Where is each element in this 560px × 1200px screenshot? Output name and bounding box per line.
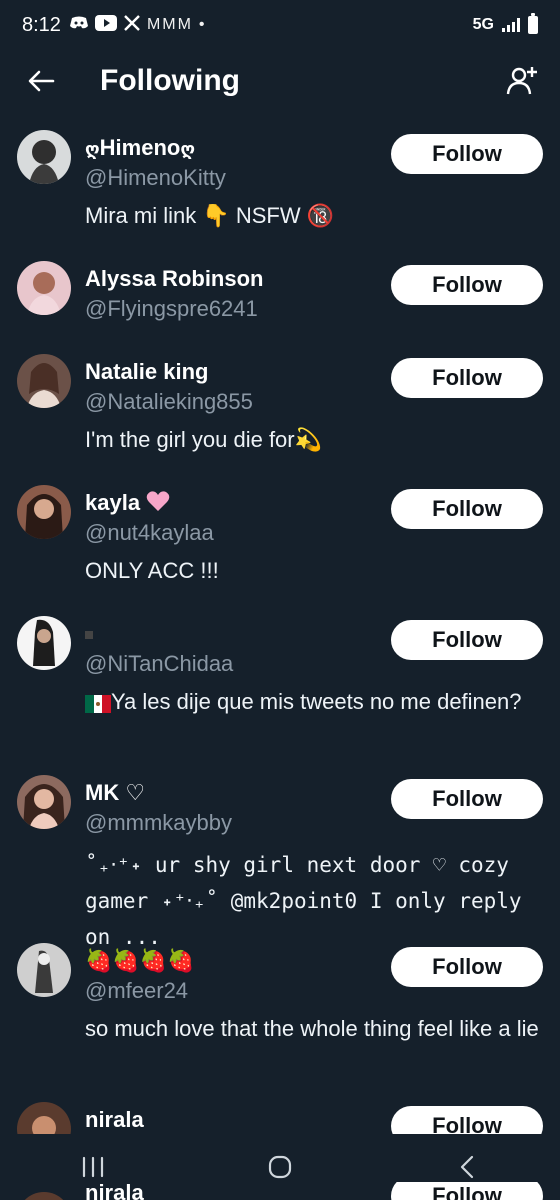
avatar[interactable] xyxy=(17,616,71,670)
follow-button[interactable]: Follow xyxy=(391,134,543,174)
small-square-icon xyxy=(85,631,93,640)
youtube-icon xyxy=(94,14,117,36)
mexico-flag-icon xyxy=(85,690,111,722)
handle: @mmmkaybby xyxy=(85,810,233,835)
pink-heart-icon xyxy=(146,490,170,519)
back-arrow-icon xyxy=(28,70,55,92)
following-list: ღHimenoღ @HimenoKitty Mira mi link 👇 NSF… xyxy=(0,118,560,1134)
ribbon-right-icon: ღ xyxy=(180,139,196,159)
bio: Mira mi link 👇 NSFW 🔞 xyxy=(85,203,335,228)
display-name: Natalie king xyxy=(85,359,209,384)
handle: @HimenoKitty xyxy=(85,165,226,190)
peek-list-item: nirala Follow xyxy=(0,1182,560,1200)
peek-avatar xyxy=(17,1192,71,1200)
add-user-button[interactable] xyxy=(504,63,540,99)
avatar[interactable] xyxy=(17,943,71,997)
follow-button[interactable]: Follow xyxy=(391,265,543,305)
handle: @Natalieking855 xyxy=(85,389,253,414)
status-left: 8:12 MMM • xyxy=(22,14,205,37)
avatar[interactable] xyxy=(17,485,71,539)
network-label: 5G xyxy=(472,16,494,33)
list-item[interactable]: nirala Follow xyxy=(0,1090,560,1134)
page-title: Following xyxy=(100,64,240,97)
avatar[interactable] xyxy=(17,261,71,315)
display-name: MK ♡ xyxy=(85,780,146,805)
avatar[interactable] xyxy=(17,130,71,184)
gmail-icons: MMM xyxy=(146,16,193,33)
list-item[interactable]: 🍓🍓🍓🍓 @mfeer24 so much love that the whol… xyxy=(0,931,560,1041)
follow-button[interactable]: Follow xyxy=(391,947,543,987)
x-logo-icon xyxy=(123,14,141,37)
handle: @nut4kaylaa xyxy=(85,520,214,545)
follow-button[interactable]: Follow xyxy=(391,489,543,529)
handle: @Flyingspre6241 xyxy=(85,296,258,321)
list-item[interactable]: Natalie king @Natalieking855 I'm the gir… xyxy=(0,342,560,452)
display-name: Alyssa Robinson xyxy=(85,266,264,291)
discord-icon xyxy=(69,16,89,35)
avatar[interactable] xyxy=(17,354,71,408)
display-name: nirala xyxy=(85,1107,144,1132)
peek-name: nirala xyxy=(85,1182,144,1200)
display-name: ღHimenoღ xyxy=(85,135,196,160)
follow-button[interactable]: Follow xyxy=(391,358,543,398)
follow-button[interactable]: Follow xyxy=(391,620,543,660)
avatar[interactable] xyxy=(17,775,71,829)
header: Following xyxy=(0,52,560,110)
list-item[interactable]: kayla @nut4kaylaa ONLY ACC !!! Follow xyxy=(0,473,560,583)
ribbon-left-icon: ღ xyxy=(85,139,100,159)
battery-icon xyxy=(528,13,538,34)
peek-follow-button: Follow xyxy=(391,1182,543,1200)
add-user-icon xyxy=(506,67,537,95)
follow-button[interactable]: Follow xyxy=(391,779,543,819)
status-dot: • xyxy=(198,16,205,33)
status-time: 8:12 xyxy=(22,13,61,36)
status-notification-icons: MMM • xyxy=(69,14,205,37)
handle: @NiTanChidaa xyxy=(85,651,234,676)
display-name: kayla xyxy=(85,489,170,519)
bio: ONLY ACC !!! xyxy=(85,558,219,583)
bio: I'm the girl you die for💫 xyxy=(85,427,323,452)
status-right: 5G xyxy=(472,13,538,34)
list-item[interactable]: @NiTanChidaa Ya les dije que mis tweets … xyxy=(0,604,560,714)
list-item[interactable]: ღHimenoღ @HimenoKitty Mira mi link 👇 NSF… xyxy=(0,118,560,228)
status-bar: 8:12 MMM • 5G xyxy=(0,0,560,50)
bio: so much love that the whole thing feel l… xyxy=(85,1016,539,1041)
list-item[interactable]: Alyssa Robinson @Flyingspre6241 Follow xyxy=(0,249,560,329)
recent-apps-icon xyxy=(83,1156,104,1178)
avatar[interactable] xyxy=(17,1102,71,1134)
home-icon xyxy=(268,1155,292,1179)
back-button[interactable] xyxy=(24,64,58,98)
signal-icon xyxy=(502,18,520,32)
display-name xyxy=(85,620,93,648)
handle: @mfeer24 xyxy=(85,978,189,1003)
bio: Ya les dije que mis tweets no me definen… xyxy=(85,686,543,722)
back-icon xyxy=(460,1155,473,1179)
list-item[interactable]: MK ♡ @mmmkaybby ˚₊‧⁺˖ ur shy girl next d… xyxy=(0,763,560,949)
display-name: 🍓🍓🍓🍓 xyxy=(85,948,195,973)
follow-button[interactable]: Follow xyxy=(391,1106,543,1134)
